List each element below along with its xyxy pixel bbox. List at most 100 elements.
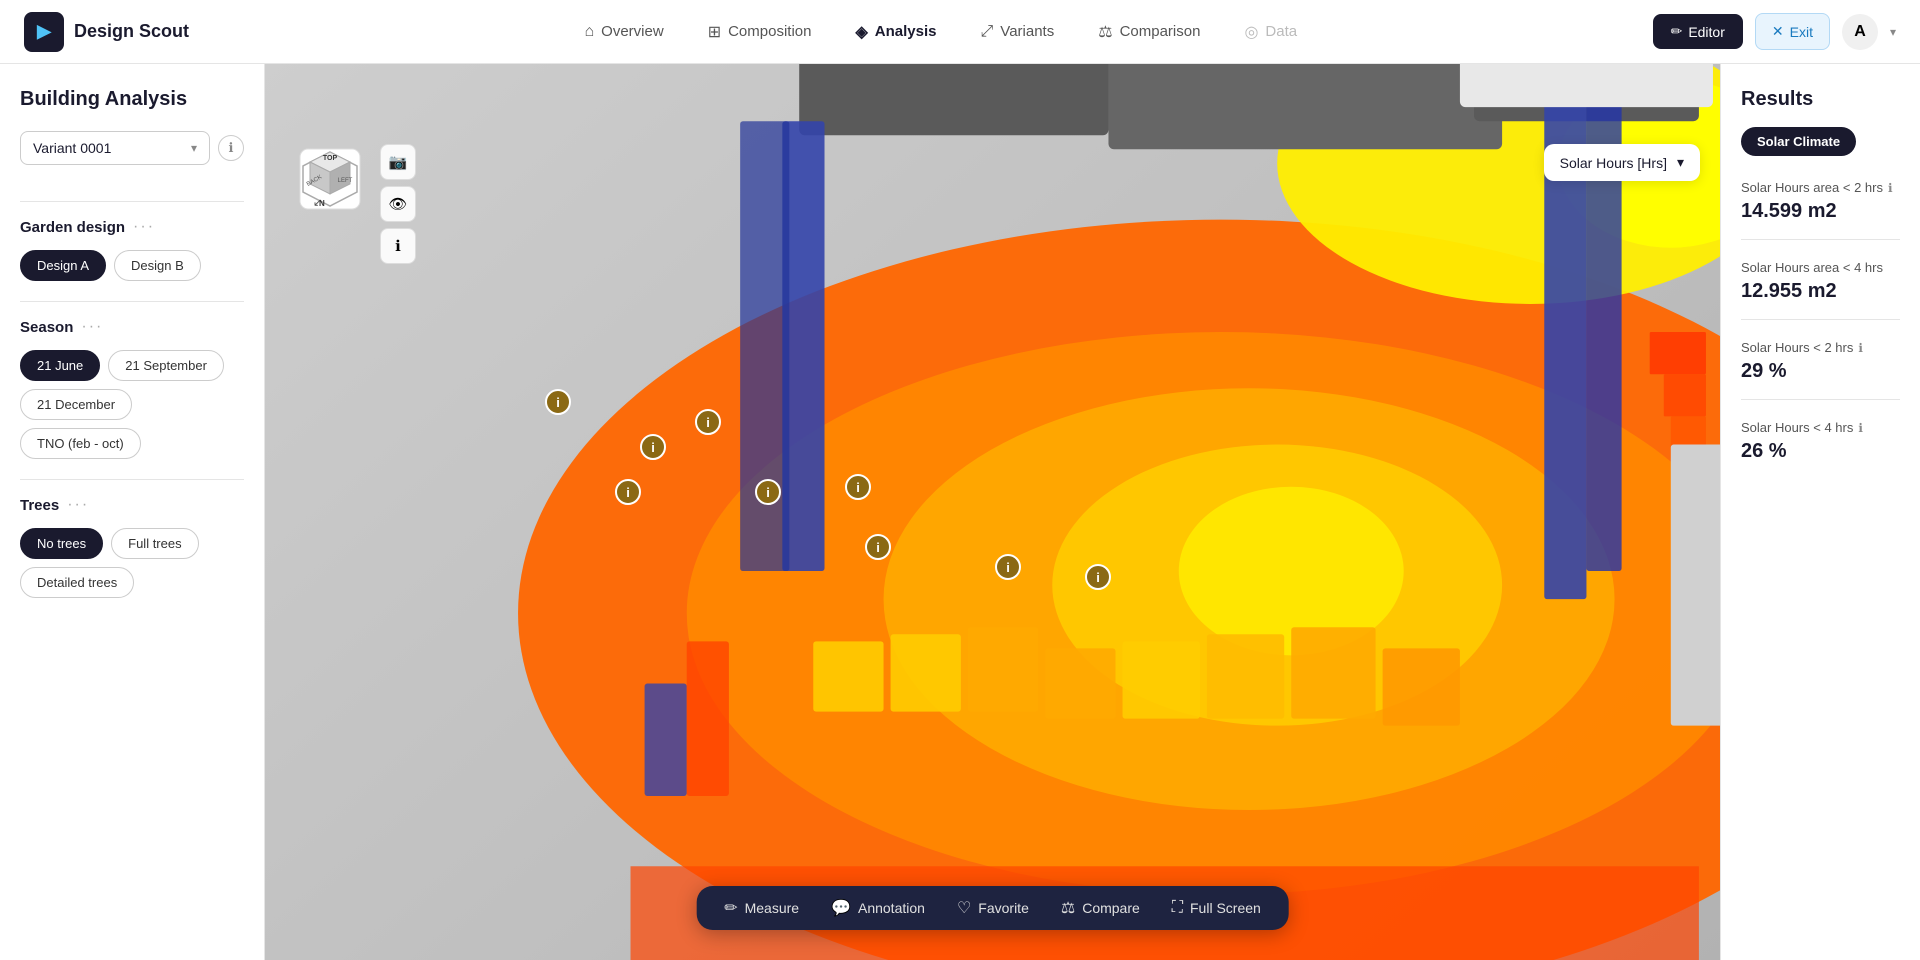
nav-item-composition[interactable]: ⊞ Composition	[686, 14, 834, 50]
info-marker-4[interactable]: i	[755, 479, 781, 505]
metric-info-icon-solar-pct-4[interactable]: ℹ	[1858, 421, 1863, 435]
result-metric-solar-pct-4: Solar Hours < 4 hrsℹ 26 %	[1741, 420, 1900, 463]
nav-icon-comparison: ⚖	[1098, 22, 1112, 42]
result-divider-1	[1741, 319, 1900, 320]
info-marker-6[interactable]: i	[865, 534, 891, 560]
info-button[interactable]: ℹ	[380, 228, 416, 264]
garden-option-design-b[interactable]: Design B	[114, 250, 201, 281]
result-divider-2	[1741, 399, 1900, 400]
nav-icon-variants: ⤢	[980, 23, 993, 41]
info-marker-1[interactable]: i	[695, 409, 721, 435]
metric-info-icon-solar-pct-2[interactable]: ℹ	[1858, 341, 1863, 355]
nav-label-overview: Overview	[601, 23, 664, 40]
result-divider-0	[1741, 239, 1900, 240]
info-marker-7[interactable]: i	[995, 554, 1021, 580]
metric-label-solar-pct-4: Solar Hours < 4 hrsℹ	[1741, 420, 1900, 435]
close-icon: ✕	[1772, 23, 1784, 40]
nav-item-variants[interactable]: ⤢ Variants	[958, 15, 1076, 49]
solar-hours-dropdown[interactable]: Solar Hours [Hrs] ▾	[1544, 144, 1700, 181]
logo-area: ▶ Design Scout	[24, 12, 189, 52]
info-marker-3[interactable]: i	[615, 479, 641, 505]
sidebar: Building Analysis Variant 0001 ▾ ℹ Garde…	[0, 64, 265, 960]
fullscreen-icon: ⛶	[1172, 899, 1183, 917]
right-panel: Results Solar Climate Solar Hours area <…	[1720, 64, 1920, 960]
fullscreen-button[interactable]: ⛶ Full Screen	[1172, 899, 1261, 917]
solar-heatmap	[265, 64, 1720, 960]
heart-icon: ♡	[957, 898, 971, 918]
variant-info-button[interactable]: ℹ	[218, 135, 244, 161]
avatar-button[interactable]: A	[1842, 14, 1878, 50]
measure-button[interactable]: ✏ Measure	[724, 898, 799, 918]
exit-button[interactable]: ✕ Exit	[1755, 13, 1830, 50]
compare-button[interactable]: ⚖ Compare	[1061, 898, 1140, 918]
season-option-september[interactable]: 21 September	[108, 350, 224, 381]
result-metric-solar-area-2: Solar Hours area < 2 hrsℹ 14.599 m2	[1741, 180, 1900, 240]
variant-select[interactable]: Variant 0001 ▾	[20, 131, 210, 165]
main-content: Building Analysis Variant 0001 ▾ ℹ Garde…	[0, 64, 1920, 960]
info-marker-5[interactable]: i	[845, 474, 871, 500]
annotation-icon: 💬	[831, 898, 851, 918]
nav-item-analysis[interactable]: ◈Analysis	[833, 14, 958, 50]
info-marker-2[interactable]: i	[640, 434, 666, 460]
season-option-tno[interactable]: TNO (feb - oct)	[20, 428, 141, 459]
eye-button[interactable]: 👁	[380, 186, 416, 222]
editor-button[interactable]: ✏ Editor	[1653, 14, 1743, 49]
trees-options: No trees Full trees Detailed trees	[20, 528, 244, 598]
measure-icon: ✏	[724, 898, 737, 918]
season-label: Season	[20, 319, 73, 336]
nav-icon-composition: ⊞	[708, 22, 721, 42]
metric-label-solar-area-2: Solar Hours area < 2 hrsℹ	[1741, 180, 1900, 195]
garden-design-header: Garden design ···	[20, 218, 244, 236]
metric-value-solar-area-2: 14.599 m2	[1741, 200, 1900, 223]
metric-info-icon-solar-area-2[interactable]: ℹ	[1888, 181, 1893, 195]
trees-option-no-trees[interactable]: No trees	[20, 528, 103, 559]
svg-text:N: N	[319, 199, 325, 208]
solar-climate-badge[interactable]: Solar Climate	[1741, 127, 1856, 156]
divider-2	[20, 301, 244, 302]
metric-label-solar-area-4: Solar Hours area < 4 hrs	[1741, 260, 1900, 275]
nav-items: ⌂Overview ⊞ Composition ◈Analysis ⤢ Variants ⚖…	[229, 14, 1653, 50]
metric-label-solar-pct-2: Solar Hours < 2 hrsℹ	[1741, 340, 1900, 355]
garden-design-options: Design A Design B	[20, 250, 244, 281]
trees-option-detailed-trees[interactable]: Detailed trees	[20, 567, 134, 598]
info-marker-0[interactable]: i	[545, 389, 571, 415]
nav-right: ✏ Editor ✕ Exit A ▾	[1653, 13, 1896, 50]
season-dots: ···	[81, 318, 103, 336]
editor-icon: ✏	[1671, 23, 1683, 40]
nav-icon-analysis: ◈	[855, 22, 867, 42]
info-marker-8[interactable]: i	[1085, 564, 1111, 590]
garden-design-label: Garden design	[20, 219, 125, 236]
nav-item-overview[interactable]: ⌂Overview	[563, 15, 686, 49]
trees-label: Trees	[20, 497, 59, 514]
metric-value-solar-pct-2: 29 %	[1741, 360, 1900, 383]
annotation-button[interactable]: 💬 Annotation	[831, 898, 925, 918]
result-metric-solar-area-4: Solar Hours area < 4 hrs12.955 m2	[1741, 260, 1900, 320]
season-option-june[interactable]: 21 June	[20, 350, 100, 381]
nav-icon-data: ◎	[1244, 22, 1258, 42]
season-header: Season ···	[20, 318, 244, 336]
result-metric-solar-pct-2: Solar Hours < 2 hrsℹ 29 %	[1741, 340, 1900, 400]
garden-design-dots: ···	[133, 218, 155, 236]
svg-text:TOP: TOP	[323, 155, 338, 162]
results-title: Results	[1741, 88, 1900, 111]
camera-button[interactable]: 📷	[380, 144, 416, 180]
nav-label-composition: Composition	[728, 23, 811, 40]
trees-option-full-trees[interactable]: Full trees	[111, 528, 198, 559]
results-metrics: Solar Hours area < 2 hrsℹ14.599 m2Solar …	[1741, 180, 1900, 463]
app-title: Design Scout	[74, 21, 189, 42]
metric-value-solar-pct-4: 26 %	[1741, 440, 1900, 463]
top-nav: ▶ Design Scout ⌂Overview ⊞ Composition ◈Ana…	[0, 0, 1920, 64]
favorite-button[interactable]: ♡ Favorite	[957, 898, 1029, 918]
garden-option-design-a[interactable]: Design A	[20, 250, 106, 281]
nav-label-comparison: Comparison	[1120, 23, 1201, 40]
season-option-december[interactable]: 21 December	[20, 389, 132, 420]
season-options: 21 June 21 September 21 December TNO (feb -…	[20, 350, 244, 459]
chevron-down-icon: ▾	[1677, 154, 1684, 171]
nav-item-comparison[interactable]: ⚖ Comparison	[1076, 14, 1222, 50]
logo-icon: ▶	[24, 12, 64, 52]
nav-cube[interactable]: TOP BACK LEFT ↙ N	[295, 144, 365, 214]
viewport-controls: 📷 👁 ℹ	[380, 144, 416, 264]
nav-label-variants: Variants	[1000, 23, 1054, 40]
solar-hours-label: Solar Hours [Hrs]	[1560, 155, 1667, 171]
divider-3	[20, 479, 244, 480]
